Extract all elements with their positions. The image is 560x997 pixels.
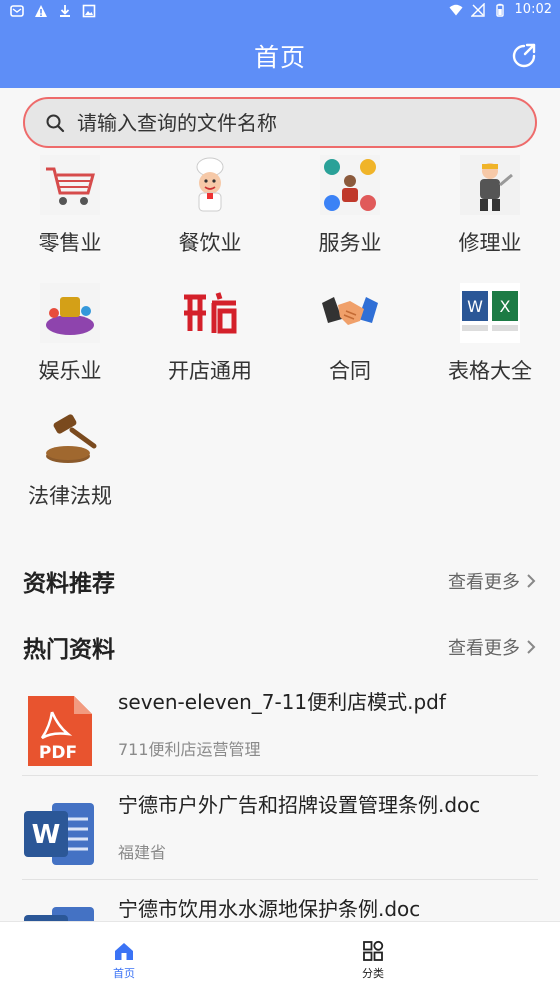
category-icon xyxy=(363,940,384,961)
category-label: 合同 xyxy=(329,359,371,383)
search-bar[interactable] xyxy=(23,97,537,148)
pdf-icon: PDF xyxy=(28,696,92,766)
download-icon xyxy=(60,5,70,17)
section-title-hot: 热门资料 xyxy=(23,637,115,663)
document-subtitle: 福建省 xyxy=(118,843,167,862)
screen: 10:02 首页 零售业 xyxy=(0,0,560,997)
nav-label: 首页 xyxy=(113,967,135,980)
status-time: 10:02 xyxy=(514,2,552,17)
category-label: 零售业 xyxy=(38,231,102,255)
word-icon-text: W xyxy=(32,820,61,850)
category-label: 修理业 xyxy=(458,231,522,255)
divider xyxy=(22,879,538,880)
status-right: 10:02 xyxy=(449,2,552,17)
image-icon xyxy=(82,4,96,18)
message-icon xyxy=(10,5,24,17)
category-label: 表格大全 xyxy=(448,359,532,383)
more-link-recommend[interactable]: 查看更多 xyxy=(448,568,536,594)
document-title: seven-eleven_7-11便利店模式.pdf xyxy=(118,690,446,714)
battery-icon xyxy=(495,3,504,17)
nav-item-home[interactable]: 首页 xyxy=(84,940,164,981)
entertainment-icon xyxy=(40,283,100,343)
gavel-icon xyxy=(46,414,97,463)
handshake-icon xyxy=(322,297,378,325)
document-item[interactable]: W 宁德市户外广告和招牌设置管理条例.doc 福建省 xyxy=(0,789,560,893)
status-left xyxy=(10,4,96,18)
chevron-right-icon xyxy=(527,574,536,588)
open-store-icon xyxy=(184,292,237,334)
more-label: 查看更多 xyxy=(448,572,520,593)
bottom-nav: 首页 分类 xyxy=(0,921,560,997)
chef-icon xyxy=(196,157,224,212)
category-label: 娱乐业 xyxy=(38,359,102,383)
search-input[interactable] xyxy=(77,107,517,138)
more-label: 查看更多 xyxy=(448,638,520,659)
status-bar: 10:02 xyxy=(0,0,560,24)
document-title: 宁德市户外广告和招牌设置管理条例.doc xyxy=(118,793,481,817)
pdf-icon-text: PDF xyxy=(39,743,77,763)
search-icon xyxy=(46,114,65,133)
category-label: 法律法规 xyxy=(28,484,112,508)
refresh-icon[interactable] xyxy=(510,42,538,70)
svg-text:X: X xyxy=(500,297,511,316)
chevron-right-icon xyxy=(527,640,536,654)
nav-item-category[interactable]: 分类 xyxy=(333,940,413,981)
shopping-cart-icon xyxy=(40,155,100,215)
category-label: 服务业 xyxy=(318,231,382,255)
section-title-recommend: 资料推荐 xyxy=(23,571,115,597)
category-label: 开店通用 xyxy=(168,359,252,383)
divider xyxy=(22,775,538,776)
page-title: 首页 xyxy=(253,43,306,72)
app-header: 首页 xyxy=(0,24,560,88)
no-signal-icon xyxy=(470,2,485,17)
warning-icon xyxy=(35,5,47,17)
service-icon xyxy=(320,155,380,215)
office-docs-icon: W X xyxy=(460,283,520,343)
nav-label: 分类 xyxy=(362,967,384,980)
home-icon xyxy=(115,943,133,960)
wifi-icon xyxy=(449,4,463,15)
document-title: 宁德市饮用水水源地保护条例.doc xyxy=(118,897,421,921)
document-subtitle: 711便利店运营管理 xyxy=(118,740,261,759)
repair-icon xyxy=(460,155,520,215)
svg-text:W: W xyxy=(467,297,483,316)
word-icon: W xyxy=(24,803,94,865)
more-link-hot[interactable]: 查看更多 xyxy=(448,634,536,660)
category-label: 餐饮业 xyxy=(178,231,242,255)
